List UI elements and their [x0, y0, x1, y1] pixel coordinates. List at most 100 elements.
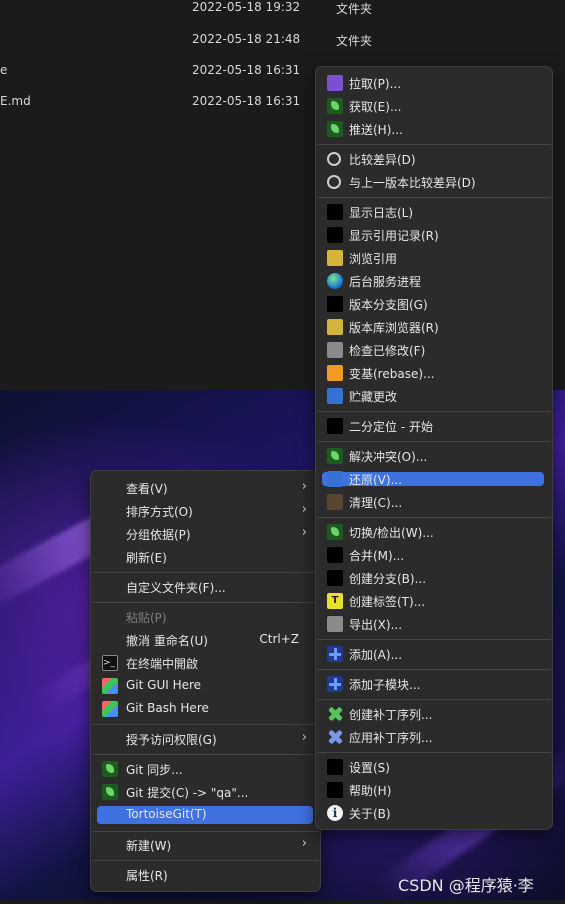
menu-item-label: 新建(W) [126, 839, 172, 853]
file-date: 2022-05-18 19:32 [192, 0, 301, 14]
menu-separator [317, 699, 551, 700]
menu-item-push[interactable]: 推送(H)... [322, 118, 544, 140]
menu-item-stash[interactable]: 贮藏更改 [322, 385, 544, 407]
menu-item-label: 切换/检出(W)... [349, 526, 434, 540]
watermark: CSDN @程序猿·李 [398, 876, 534, 895]
menu-item-apply-patch[interactable]: 应用补丁序列... [322, 726, 544, 748]
chevron-right-icon: › [301, 730, 307, 745]
file-row[interactable]: 2022-05-18 21:48 文件夹 [0, 32, 565, 63]
menu-item-label: 获取(E)... [349, 100, 402, 114]
menu-item-create-branch[interactable]: 创建分支(B)... [322, 567, 544, 589]
menu-item-fetch[interactable]: 获取(E)... [322, 95, 544, 117]
menu-item-label: 帮助(H) [349, 784, 392, 798]
menu-separator [92, 602, 319, 603]
repo-browser-icon [327, 319, 343, 335]
menu-item-cleanup[interactable]: 清理(C)... [322, 491, 544, 513]
menu-item-label: 显示日志(L) [349, 206, 414, 220]
git-commit-icon [102, 784, 118, 800]
menu-item-view[interactable]: 查看(V) › [97, 477, 313, 499]
menu-item-open-terminal[interactable]: >_ 在终端中開啟 [97, 652, 313, 674]
menu-item-paste: 粘贴(P) [97, 606, 313, 628]
menu-item-label: 添加(A)... [349, 648, 403, 662]
menu-item-diff-previous[interactable]: 与上一版本比较差异(D) [322, 171, 544, 193]
settings-icon [327, 759, 343, 775]
menu-item-label: 创建分支(B)... [349, 572, 427, 586]
menu-item-repo-browser[interactable]: 版本库浏览器(R) [322, 316, 544, 338]
menu-item-label: 设置(S) [349, 761, 390, 775]
menu-item-label: 比较差异(D) [349, 153, 416, 167]
menu-item-label: 排序方式(O) [126, 505, 193, 519]
menu-item-add[interactable]: 添加(A)... [322, 643, 544, 665]
menu-item-about[interactable]: i 关于(B) [322, 802, 544, 824]
menu-item-label: 版本库浏览器(R) [349, 321, 439, 335]
menu-item-revert[interactable]: 还原(V)... [322, 471, 544, 487]
menu-item-label: 显示引用记录(R) [349, 229, 439, 243]
menu-item-new[interactable]: 新建(W) › [97, 834, 313, 856]
menu-item-daemon[interactable]: 后台服务进程 [322, 270, 544, 292]
menu-item-add-submodule[interactable]: 添加子模块... [322, 673, 544, 695]
menu-separator [92, 831, 319, 832]
menu-item-create-tag[interactable]: T 创建标签(T)... [322, 590, 544, 612]
menu-item-label: 还原(V)... [349, 473, 403, 487]
add-icon [327, 646, 343, 662]
menu-separator [317, 144, 551, 145]
menu-item-properties[interactable]: 属性(R) [97, 864, 313, 886]
file-date: 2022-05-18 21:48 [192, 32, 301, 46]
menu-item-undo-rename[interactable]: 撤消 重命名(U) Ctrl+Z [97, 629, 313, 651]
menu-item-show-reflog[interactable]: 显示引用记录(R) [322, 224, 544, 246]
menu-separator [317, 669, 551, 670]
menu-item-label: 版本分支图(G) [349, 298, 428, 312]
menu-item-rebase[interactable]: 变基(rebase)... [322, 362, 544, 384]
browse-refs-icon [327, 250, 343, 266]
menu-item-merge[interactable]: 合并(M)... [322, 544, 544, 566]
fetch-icon [327, 98, 343, 114]
menu-separator [317, 517, 551, 518]
menu-separator [317, 197, 551, 198]
menu-item-settings[interactable]: 设置(S) [322, 756, 544, 778]
menu-item-label: 浏览引用 [349, 252, 398, 266]
file-row[interactable]: 2022-05-18 19:32 文件夹 [0, 0, 565, 31]
menu-item-diff[interactable]: 比较差异(D) [322, 148, 544, 170]
menu-item-git-gui[interactable]: Git GUI Here [97, 675, 313, 697]
menu-item-sort[interactable]: 排序方式(O) › [97, 500, 313, 522]
file-type: 文件夹 [336, 2, 373, 16]
menu-item-label: 关于(B) [349, 807, 391, 821]
shortcut-label: Ctrl+Z [259, 632, 299, 646]
menu-item-git-bash[interactable]: Git Bash Here [97, 698, 313, 720]
menu-item-customize-folder[interactable]: 自定义文件夹(F)... [97, 576, 313, 598]
chevron-right-icon: › [301, 479, 307, 494]
menu-item-check-modifications[interactable]: 检查已修改(F) [322, 339, 544, 361]
menu-item-group-by[interactable]: 分组依据(P) › [97, 523, 313, 545]
menu-item-label: 后台服务进程 [349, 275, 422, 289]
menu-item-label: Git Bash Here [126, 701, 209, 715]
menu-item-tortoisegit[interactable]: TortoiseGit(T) [97, 806, 313, 824]
menu-item-label: 创建标签(T)... [349, 595, 426, 609]
switch-icon [327, 524, 343, 540]
log-icon [327, 204, 343, 220]
git-bash-icon [102, 701, 118, 717]
menu-item-git-commit[interactable]: Git 提交(C) -> "qa"... [97, 781, 313, 803]
menu-item-browse-refs[interactable]: 浏览引用 [322, 247, 544, 269]
menu-item-bisect[interactable]: 二分定位 - 开始 [322, 415, 544, 437]
menu-item-grant-access[interactable]: 授予访问权限(G) › [97, 728, 313, 750]
menu-item-label: 合并(M)... [349, 549, 405, 563]
menu-item-switch-checkout[interactable]: 切换/检出(W)... [322, 521, 544, 543]
menu-item-refresh[interactable]: 刷新(E) [97, 546, 313, 568]
menu-item-label: 粘贴(P) [126, 611, 167, 625]
menu-item-revision-graph[interactable]: 版本分支图(G) [322, 293, 544, 315]
menu-item-help[interactable]: 帮助(H) [322, 779, 544, 801]
menu-item-label: Git 同步... [126, 763, 183, 777]
menu-item-resolve[interactable]: 解决冲突(O)... [322, 445, 544, 467]
file-date: 2022-05-18 16:31 [192, 94, 301, 108]
menu-item-create-patch[interactable]: 创建补丁序列... [322, 703, 544, 725]
menu-item-label: TortoiseGit(T) [126, 807, 207, 821]
diff-icon [327, 152, 341, 166]
menu-item-export[interactable]: 导出(X)... [322, 613, 544, 635]
menu-item-label: 分组依据(P) [126, 528, 191, 542]
menu-separator [92, 572, 319, 573]
menu-item-show-log[interactable]: 显示日志(L) [322, 201, 544, 223]
menu-item-label: 二分定位 - 开始 [349, 420, 433, 434]
rebase-icon [327, 365, 343, 381]
menu-item-pull[interactable]: 拉取(P)... [322, 72, 544, 94]
menu-item-git-sync[interactable]: Git 同步... [97, 758, 313, 780]
